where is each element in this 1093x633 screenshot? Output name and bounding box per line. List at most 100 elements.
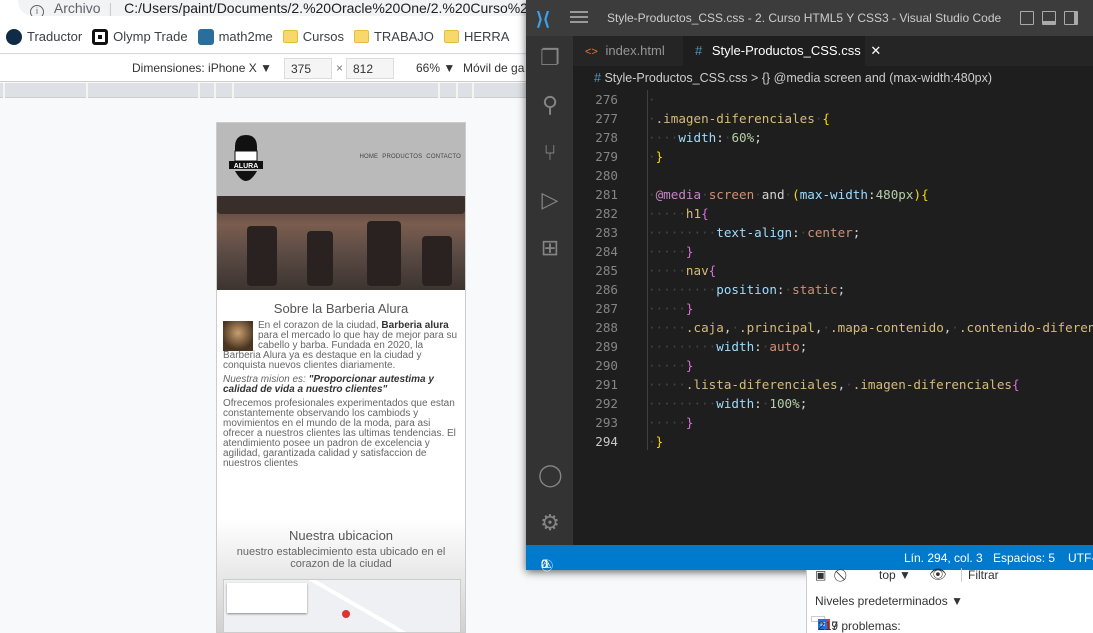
code-token: : — [867, 187, 876, 202]
code-token: · — [845, 377, 853, 392]
search-icon[interactable]: ⚲ — [538, 93, 562, 117]
code-token: auto — [769, 339, 800, 354]
code-token: position — [716, 282, 777, 297]
breadcrumb-file[interactable]: Style-Productos_CSS.css — [604, 71, 747, 85]
toggle-secondary-sidebar-icon[interactable] — [1064, 11, 1078, 25]
context-select[interactable]: top ▼ — [879, 568, 911, 582]
bookmark-herra[interactable]: HERRA — [443, 29, 510, 44]
map-pin-icon[interactable] — [342, 610, 350, 618]
info-icon[interactable]: i — [30, 5, 44, 16]
live-expression-icon[interactable]: 👁 — [929, 566, 947, 583]
code-token: ( — [792, 187, 800, 202]
code-token: · — [648, 187, 656, 202]
code-line[interactable]: 282 ·····h1{ — [573, 204, 1093, 223]
url-field[interactable]: i Archivo | C:/Users/paint/Documents/2.%2… — [18, 0, 538, 16]
bookmark-traductor[interactable]: Traductor — [6, 28, 82, 45]
bookmark-label: HERRA — [463, 29, 510, 44]
code-token: { — [701, 206, 709, 221]
explorer-icon[interactable]: ❐ — [538, 46, 562, 70]
code-token: · — [784, 187, 793, 202]
zoom-select[interactable]: 66% ▼ — [416, 61, 455, 75]
device-toolbar: Dimensiones: iPhone X ▼ 375 × 812 66% ▼ … — [0, 55, 530, 82]
filter-input[interactable]: Filtrar — [961, 568, 1093, 582]
toggle-panel-icon[interactable] — [1042, 11, 1056, 25]
code-line[interactable]: 294 ·} — [573, 432, 1093, 451]
nav-contacto[interactable]: CONTACTO — [426, 154, 461, 160]
code-token: .imagen-diferenciales — [852, 377, 1012, 392]
problems-button[interactable]: 219 problemas: ✕ 217 ≡ 2 — [811, 616, 901, 633]
code-line[interactable]: 278 ····width:·60%; — [573, 128, 1093, 147]
code-token: 100% — [769, 396, 800, 411]
bookmark-olymp-trade[interactable]: Olymp Trade — [92, 28, 188, 45]
code-line[interactable]: 290 ·····} — [573, 356, 1093, 375]
about-title: Sobre la Barberia Alura — [273, 301, 409, 316]
menu-icon[interactable] — [570, 11, 588, 23]
code-token: text-align — [716, 225, 793, 240]
levels-select[interactable]: Niveles predeterminados ▼ — [815, 594, 963, 608]
code-token: .mapa-contenido — [830, 320, 944, 335]
height-input[interactable]: 812 — [346, 58, 394, 79]
code-line[interactable]: 281 ·@media·screen·and·(max-width:480px){ — [573, 185, 1093, 204]
run-debug-icon[interactable]: ▷ — [538, 188, 562, 212]
times-sign: × — [336, 61, 344, 75]
code-token: { — [921, 187, 929, 202]
code-line[interactable]: 279 ·} — [573, 147, 1093, 166]
encoding[interactable]: UTF-8 — [1068, 551, 1093, 565]
code-token: width — [716, 339, 755, 354]
code-line[interactable]: 285 ·····nav{ — [573, 261, 1093, 280]
code-line[interactable]: 277 ·.imagen-diferenciales·{ — [573, 109, 1093, 128]
toggle-sidebar-icon[interactable] — [1020, 11, 1034, 25]
line-number: 286 — [595, 282, 618, 297]
width-input[interactable]: 375 — [284, 58, 332, 79]
code-line[interactable]: 286 ·········position:·static; — [573, 280, 1093, 299]
tab-style-productos-css[interactable]: # Style-Productos_CSS.css ✕ — [683, 36, 881, 66]
source-control-icon[interactable]: ⑂ — [538, 141, 562, 165]
breadcrumb-symbol[interactable]: @media screen and (max-width:480px) — [774, 71, 992, 85]
code-token: · — [648, 149, 656, 164]
code-token: ········· — [648, 282, 717, 297]
close-tab-icon[interactable]: ✕ — [870, 43, 881, 58]
code-line[interactable]: 287 ·····} — [573, 299, 1093, 318]
code-token: } — [655, 149, 664, 164]
bookmark-math2me[interactable]: math2me — [197, 28, 273, 45]
bookmark-cursos[interactable]: Cursos — [282, 29, 344, 44]
settings-gear-icon[interactable]: ⚙ — [538, 511, 562, 535]
code-token: ········· — [648, 339, 717, 354]
line-number: 284 — [595, 244, 618, 259]
code-token: } — [685, 415, 694, 430]
code-line[interactable]: 276 · — [573, 90, 1093, 109]
about-text-2: para el mercado lo que hay de mejor para… — [223, 330, 458, 371]
code-line[interactable]: 292 ·········width:·100%; — [573, 394, 1093, 413]
code-line[interactable]: 288 ·····.caja,·.principal,·.mapa-conteni… — [573, 318, 1093, 337]
throttle-select[interactable]: Móvil de ga — [463, 61, 524, 75]
code-line[interactable]: 293 ·····} — [573, 413, 1093, 432]
code-token: { — [1012, 377, 1020, 392]
code-line[interactable]: 283 ·········text-align:·center; — [573, 223, 1093, 242]
media-query-ruler[interactable] — [0, 83, 530, 98]
indentation[interactable]: Espacios: 5 — [993, 551, 1055, 565]
code-token: .principal — [739, 320, 815, 335]
code-line[interactable]: 289 ·········width:·auto; — [573, 337, 1093, 356]
account-icon[interactable]: ◯ — [538, 463, 563, 487]
bookmark-trabajo[interactable]: TRABAJO — [353, 29, 434, 44]
site-header: ALURA HOME PRODUCTOS CONTACTO — [217, 123, 465, 196]
nav-productos[interactable]: PRODUCTOS — [382, 154, 422, 160]
nav-home[interactable]: HOME — [359, 154, 378, 160]
code-line[interactable]: 284 ·····} — [573, 242, 1093, 261]
code-editor[interactable]: 276 · 277 ·.imagen-diferenciales·{278 ····wi… — [573, 90, 1093, 545]
barber-thumbnail — [223, 321, 253, 351]
extensions-icon[interactable]: ⊞ — [538, 236, 562, 260]
code-token: ····· — [648, 377, 686, 392]
cursor-position[interactable]: Lín. 294, col. 3 — [904, 551, 983, 565]
code-line[interactable]: 291 ·····.lista-diferenciales,·.imagen-di… — [573, 375, 1093, 394]
code-token: nav — [685, 263, 709, 278]
line-number: 277 — [595, 111, 618, 126]
url-text[interactable]: C:/Users/paint/Documents/2.%20Oracle%20O… — [124, 0, 538, 16]
folder-icon — [443, 30, 459, 43]
google-map[interactable] — [223, 579, 461, 632]
device-select[interactable]: Dimensiones: iPhone X ▼ — [132, 61, 272, 75]
line-number: 293 — [595, 415, 618, 430]
code-line[interactable]: 280 — [573, 166, 1093, 185]
sidebar-toggle-icon[interactable]: ▣ — [815, 568, 826, 582]
tab-index-html[interactable]: <> index.html — [573, 36, 683, 66]
